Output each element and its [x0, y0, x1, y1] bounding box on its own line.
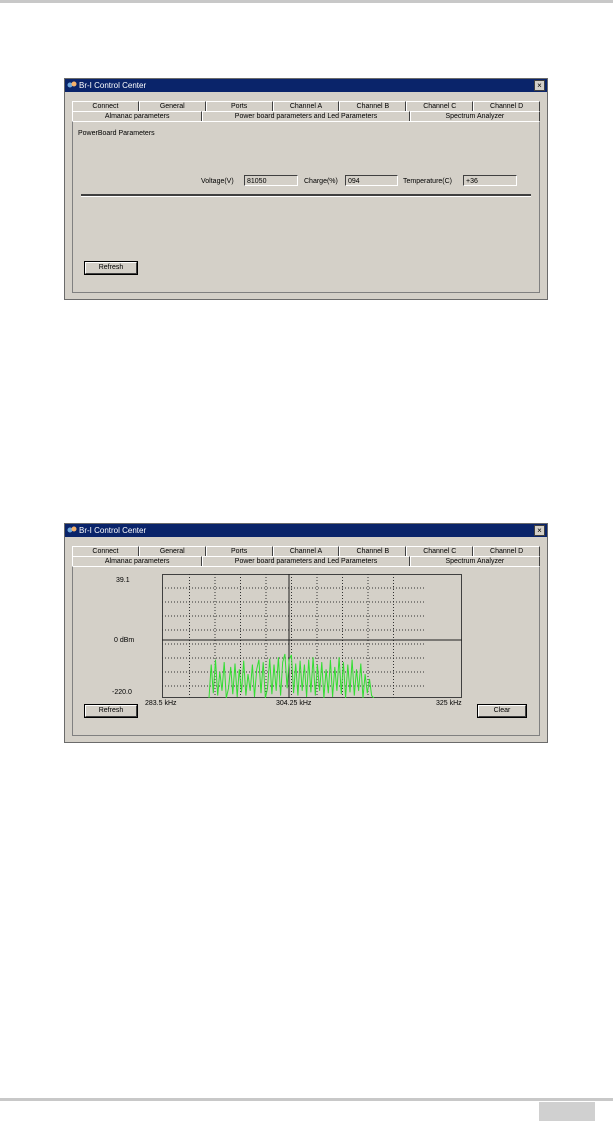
tab-row-2: Almanac parameters Power board parameters… — [72, 111, 540, 121]
app-icon — [67, 81, 77, 88]
tab-almanac-parameters[interactable]: Almanac parameters — [72, 556, 203, 566]
tab-row-2: Almanac parameters Power board parameters… — [72, 556, 540, 566]
power-panel: PowerBoard Parameters Voltage(V) 81050 C… — [72, 121, 540, 293]
voltage-label: Voltage(V) — [201, 178, 234, 185]
refresh-button[interactable]: Refresh — [84, 704, 138, 718]
refresh-button[interactable]: Refresh — [84, 261, 138, 275]
x-axis-right-label: 325 kHz — [436, 700, 462, 707]
tab-row-1: Connect General Ports Channel A Channel B Cha… — [72, 546, 541, 556]
tab-ports[interactable]: Ports — [205, 546, 273, 556]
tab-spectrum-analyzer[interactable]: Spectrum Analyzer — [409, 111, 540, 121]
page-bottom-rule — [0, 1098, 613, 1101]
tab-general[interactable]: General — [138, 546, 206, 556]
temperature-field: +36 — [463, 175, 517, 186]
title-bar: Br-I Control Center × — [65, 524, 547, 537]
clear-button[interactable]: Clear — [477, 704, 527, 718]
y-axis-bottom-label: -220.0 — [112, 689, 132, 696]
temperature-label: Temperature(C) — [403, 178, 453, 185]
control-center-window-power: Br-I Control Center × Connect General Port… — [64, 78, 548, 300]
spectrum-panel: 39.1 0 dBm -220.0 283.5 kHz 304.25 kHz 3… — [72, 566, 540, 736]
y-axis-top-label: 39.1 — [116, 577, 130, 584]
title-bar: Br-I Control Center × — [65, 79, 547, 92]
tab-connect[interactable]: Connect — [72, 101, 139, 111]
tab-ports[interactable]: Ports — [205, 101, 273, 111]
tab-row-1: Connect General Ports Channel A Channel B Cha… — [72, 101, 541, 111]
control-center-window-spectrum: Br-I Control Center × Connect General Port… — [64, 523, 548, 743]
group-label: PowerBoard Parameters — [78, 130, 155, 137]
spectrum-plot — [162, 574, 462, 698]
tab-general[interactable]: General — [138, 101, 206, 111]
tab-power-board-parameters-and-led-parameters[interactable]: Power board parameters and Led Parameter… — [202, 111, 410, 121]
tab-spectrum-analyzer[interactable]: Spectrum Analyzer — [409, 556, 540, 566]
window-title: Br-I Control Center — [79, 81, 147, 90]
page-number-tab — [539, 1102, 595, 1121]
tab-channel-d[interactable]: Channel D — [473, 101, 541, 111]
tab-almanac-parameters[interactable]: Almanac parameters — [72, 111, 203, 121]
x-axis-left-label: 283.5 kHz — [145, 700, 177, 707]
y-axis-mid-label: 0 dBm — [114, 637, 135, 644]
tab-channel-b[interactable]: Channel B — [339, 101, 407, 111]
close-icon[interactable]: × — [534, 80, 545, 91]
tab-channel-d[interactable]: Channel D — [473, 546, 541, 556]
window-title: Br-I Control Center — [79, 526, 147, 535]
tab-channel-b[interactable]: Channel B — [339, 546, 407, 556]
charge-field: 094 — [345, 175, 398, 186]
app-icon — [67, 526, 77, 533]
tab-channel-a[interactable]: Channel A — [272, 101, 340, 111]
charge-label: Charge(%) — [304, 178, 338, 185]
voltage-field: 81050 — [244, 175, 298, 186]
tab-channel-a[interactable]: Channel A — [272, 546, 340, 556]
close-icon[interactable]: × — [534, 525, 545, 536]
page-top-rule — [0, 0, 613, 3]
separator — [81, 194, 531, 197]
tab-channel-c[interactable]: Channel C — [406, 546, 474, 556]
tab-power-board-parameters-and-led-parameters[interactable]: Power board parameters and Led Parameter… — [202, 556, 410, 566]
tab-connect[interactable]: Connect — [72, 546, 139, 556]
x-axis-mid-label: 304.25 kHz — [276, 700, 312, 707]
tab-channel-c[interactable]: Channel C — [406, 101, 474, 111]
